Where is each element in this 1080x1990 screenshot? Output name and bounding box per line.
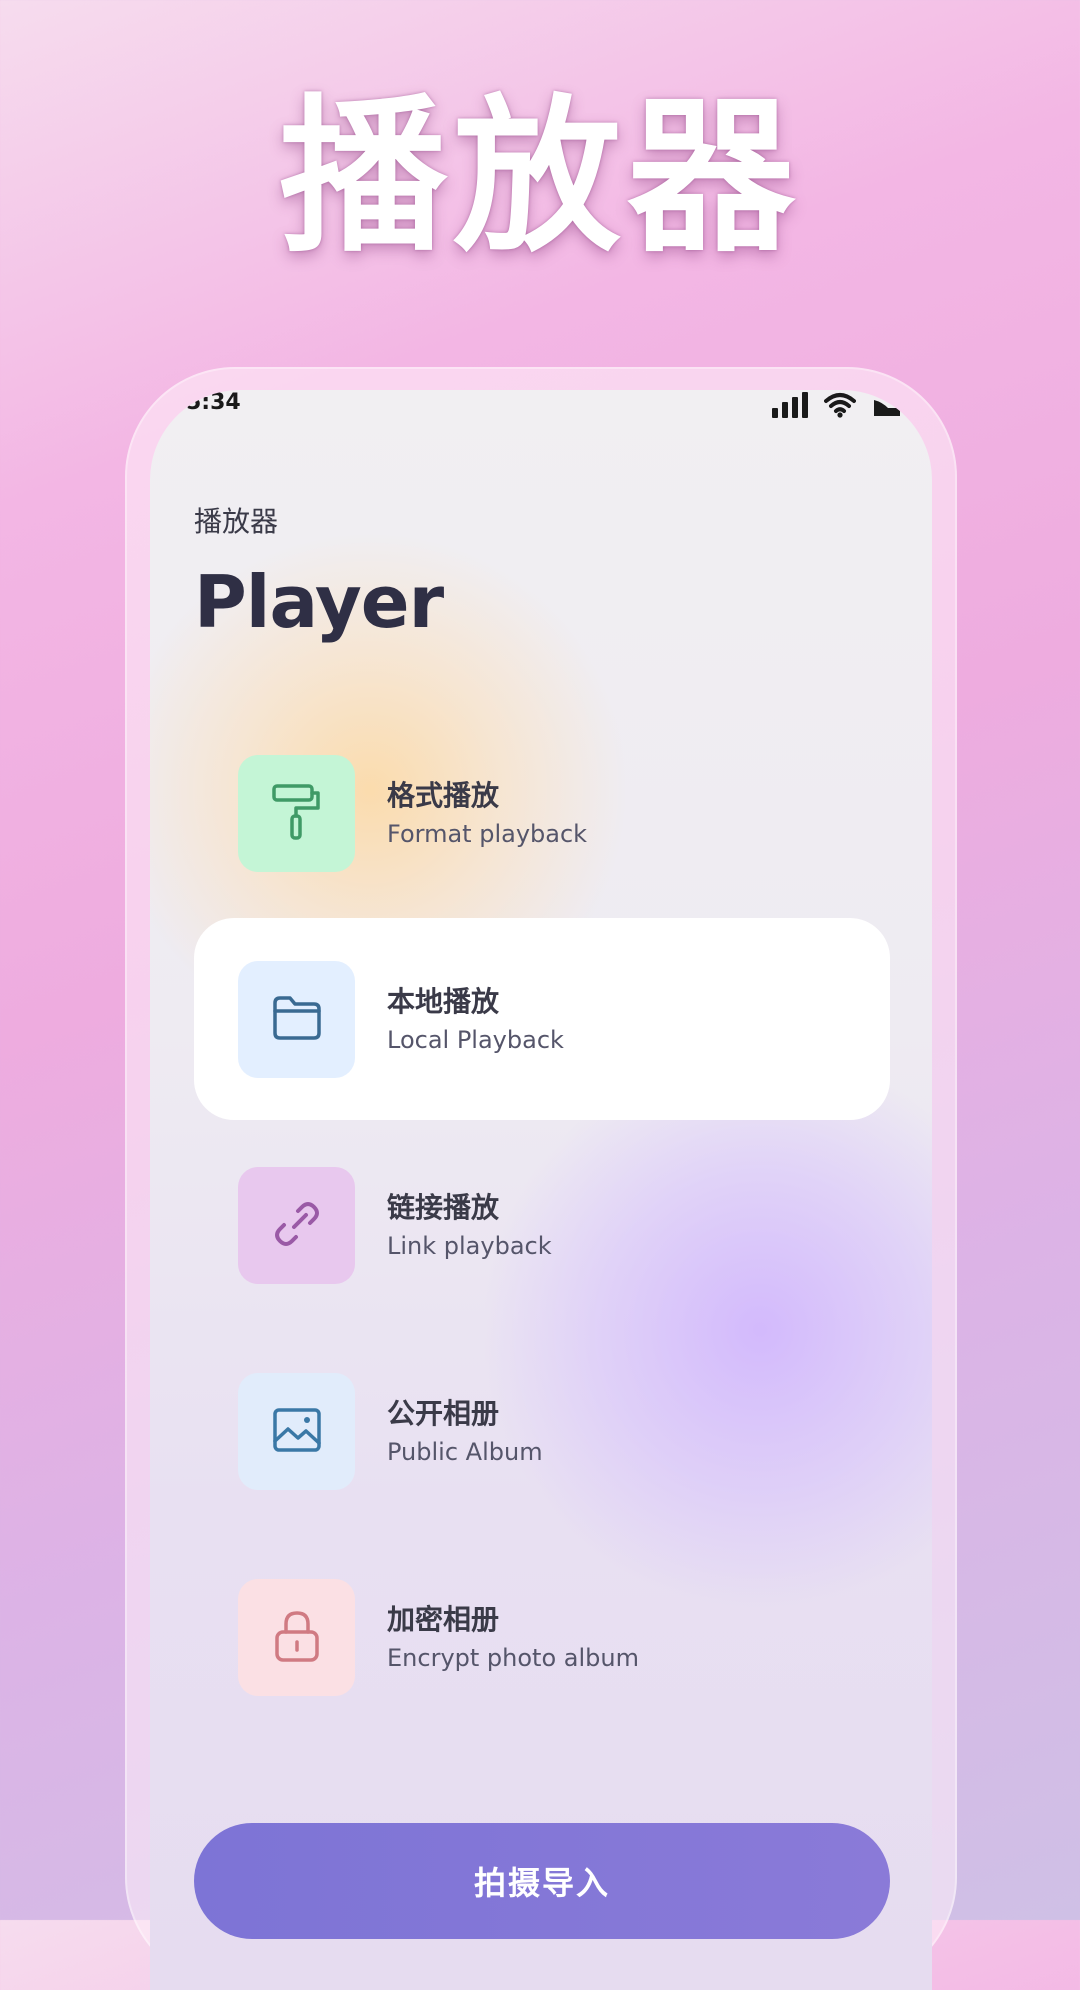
link-icon xyxy=(270,1197,324,1255)
menu-item-public-album[interactable]: 公开相册 Public Album xyxy=(194,1330,890,1532)
menu-item-format-playback[interactable]: 格式播放 Format playback xyxy=(194,712,890,914)
banner-title: 播放器 xyxy=(279,79,801,275)
lock-icon xyxy=(272,1608,322,1668)
menu-item-subtitle: Encrypt photo album xyxy=(387,1644,639,1672)
menu-item-subtitle: Local Playback xyxy=(387,1026,564,1054)
status-time: 5:34 xyxy=(186,390,241,415)
menu-item-subtitle: Link playback xyxy=(387,1232,552,1260)
menu-item-title: 公开相册 xyxy=(387,1397,500,1430)
app-subtitle: 播放器 xyxy=(194,505,279,538)
menu-item-local-playback[interactable]: 本地播放 Local Playback xyxy=(194,918,890,1120)
menu-item-subtitle: Format playback xyxy=(387,820,588,848)
signal-icon xyxy=(772,392,808,418)
menu-item-title: 本地播放 xyxy=(387,985,500,1018)
menu-item-title: 加密相册 xyxy=(387,1603,500,1636)
menu-item-link-playback[interactable]: 链接播放 Link playback xyxy=(194,1124,890,1326)
paint-roller-icon xyxy=(270,782,324,846)
menu-item-title: 格式播放 xyxy=(387,779,500,812)
app-title: Player xyxy=(194,560,444,644)
menu-item-encrypt-album[interactable]: 加密相册 Encrypt photo album xyxy=(194,1536,890,1738)
icon-tile xyxy=(238,1373,355,1490)
icon-tile xyxy=(238,755,355,872)
image-icon xyxy=(270,1405,324,1459)
menu-item-title: 链接播放 xyxy=(387,1191,500,1224)
phone-screen: 5:34 播放器 Player 格式播放 Format playback 本地播… xyxy=(150,390,932,1990)
icon-tile xyxy=(238,1579,355,1696)
menu-item-subtitle: Public Album xyxy=(387,1438,543,1466)
status-icons xyxy=(772,392,902,418)
icon-tile xyxy=(238,961,355,1078)
icon-tile xyxy=(238,1167,355,1284)
capture-import-button[interactable]: 拍摄导入 xyxy=(194,1823,890,1939)
battery-icon xyxy=(872,396,902,418)
folder-icon xyxy=(270,993,324,1047)
wifi-icon xyxy=(824,392,856,418)
